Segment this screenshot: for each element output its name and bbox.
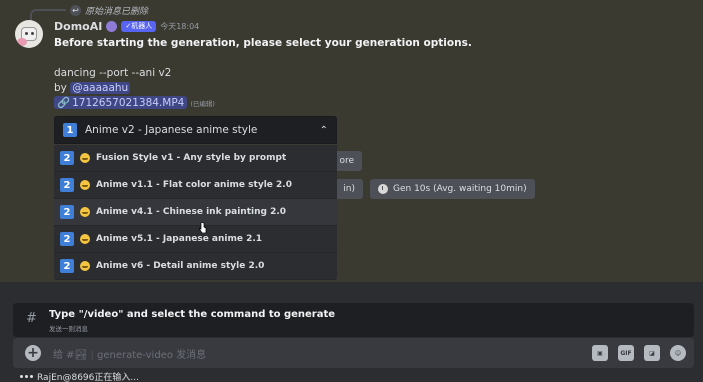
- more-button-label: ore: [339, 156, 354, 166]
- stopwatch-icon: [378, 184, 388, 194]
- style-option-label: Fusion Style v1 - Any style by prompt: [96, 153, 287, 163]
- typing-indicator: RajEn@8696正在输入...: [20, 370, 139, 382]
- gen-10s-label: Gen 10s (Avg. waiting 10min): [393, 184, 527, 194]
- message-composer[interactable]: + 给 #🏞 | generate-video 发消息 ▣ GIF ◪ ☺: [13, 338, 694, 368]
- placeholder-channel: generate-video 发消息: [97, 350, 207, 361]
- style-option-label: Anime v6 - Detail anime style 2.0: [96, 261, 265, 271]
- composer-icons: ▣ GIF ◪ ☺: [592, 345, 686, 361]
- channel-icon: 🏞: [74, 350, 88, 361]
- gift-icon[interactable]: ▣: [592, 345, 608, 361]
- composer-divider: [0, 282, 703, 298]
- reply-reference[interactable]: ↩ 原始消息已删除: [70, 3, 148, 17]
- smile-emoji-icon: [80, 207, 90, 217]
- link-icon: 🔗: [57, 97, 71, 109]
- keycap-two-icon: 2: [60, 259, 74, 273]
- keycap-two-icon: 2: [60, 205, 74, 219]
- sticker-icon[interactable]: ◪: [644, 345, 660, 361]
- keycap-one-icon: 1: [63, 123, 77, 137]
- gen-10s-button[interactable]: Gen 10s (Avg. waiting 10min): [370, 179, 535, 199]
- file-link[interactable]: 🔗 1712657021384.MP4: [54, 96, 188, 109]
- file-attachment: 🔗 1712657021384.MP4 (已编辑): [54, 96, 215, 109]
- selected-style: Anime v2 - Japanese anime style: [85, 124, 258, 136]
- author-line: by @aaaaahu: [54, 82, 131, 94]
- command-hint-title: Type "/video" and select the command to …: [49, 309, 336, 320]
- chevron-up-icon: ⌃: [319, 124, 328, 136]
- keycap-two-icon: 2: [60, 151, 74, 165]
- username[interactable]: DomoAI: [54, 20, 102, 33]
- prompt-line: dancing --port --ani v2: [54, 67, 172, 79]
- by-label: by: [54, 82, 71, 94]
- user-mention[interactable]: @aaaaahu: [70, 82, 131, 94]
- message-headline: Before starting the generation, please s…: [54, 37, 472, 49]
- smile-emoji-icon: [80, 261, 90, 271]
- pointer-cursor-icon: [199, 222, 207, 233]
- style-option[interactable]: 2 Fusion Style v1 - Any style by prompt: [54, 145, 337, 172]
- style-options-menu: 2 Fusion Style v1 - Any style by prompt …: [54, 145, 337, 280]
- command-hint-subtitle: 发送一则消息: [49, 325, 88, 333]
- gen-5s-label: in): [343, 184, 355, 194]
- bot-avatar-badge-icon: [106, 20, 118, 32]
- style-select[interactable]: 1 Anime v2 - Japanese anime style ⌃: [54, 116, 337, 144]
- avatar[interactable]: [15, 20, 43, 48]
- placeholder-separator: |: [87, 350, 97, 361]
- app-badge: ✓机器人: [121, 20, 157, 32]
- reply-arrow-icon: ↩: [70, 4, 81, 16]
- plus-icon[interactable]: +: [25, 345, 41, 361]
- smile-emoji-icon: [80, 234, 90, 244]
- command-hint[interactable]: # Type "/video" and select the command t…: [13, 303, 694, 337]
- emoji-icon[interactable]: ☺: [670, 345, 686, 361]
- reply-text: 原始消息已删除: [85, 6, 149, 17]
- file-name: 1712657021384.MP4: [72, 96, 185, 109]
- timestamp: 今天18:04: [160, 21, 200, 31]
- placeholder-prefix: 给 #: [53, 350, 75, 361]
- typing-dots-icon: [20, 375, 33, 378]
- style-option-label: Anime v1.1 - Flat color anime style 2.0: [96, 180, 292, 190]
- gif-icon[interactable]: GIF: [618, 345, 634, 361]
- message-header: DomoAI ✓机器人 今天18:04: [54, 19, 199, 33]
- style-option-label: Anime v4.1 - Chinese ink painting 2.0: [96, 207, 287, 217]
- smile-emoji-icon: [80, 153, 90, 163]
- style-option-label: Anime v5.1 - Japanese anime 2.1: [96, 234, 263, 244]
- style-option[interactable]: 2 Anime v1.1 - Flat color anime style 2.…: [54, 172, 337, 199]
- edited-label: (已编辑): [190, 99, 215, 108]
- style-option[interactable]: 2 Anime v6 - Detail anime style 2.0: [54, 253, 337, 280]
- style-option[interactable]: 2 Anime v5.1 - Japanese anime 2.1: [54, 226, 337, 253]
- style-option[interactable]: 2 Anime v4.1 - Chinese ink painting 2.0: [54, 199, 337, 226]
- composer-placeholder: 给 #🏞 | generate-video 发消息: [53, 346, 206, 361]
- keycap-two-icon: 2: [60, 178, 74, 192]
- hash-icon: #: [26, 311, 37, 326]
- keycap-two-icon: 2: [60, 232, 74, 246]
- smile-emoji-icon: [80, 180, 90, 190]
- typing-text: RajEn@8696正在输入...: [37, 373, 139, 382]
